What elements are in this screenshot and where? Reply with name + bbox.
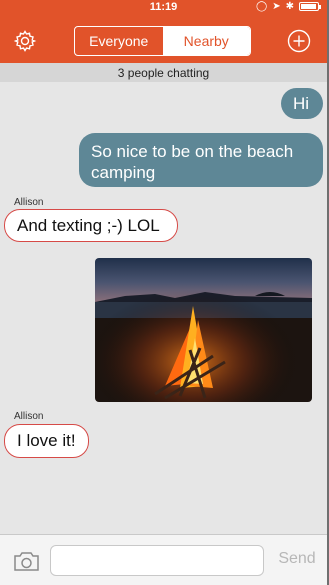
message-bubble-incoming: And texting ;-) LOL bbox=[4, 209, 178, 242]
orientation-lock-icon: ◯ bbox=[256, 1, 268, 12]
sender-name: Allison bbox=[14, 197, 44, 208]
tab-everyone[interactable]: Everyone bbox=[75, 27, 163, 55]
message-bubble-outgoing: Hi bbox=[281, 88, 323, 119]
location-arrow-icon: ➤ bbox=[272, 1, 281, 12]
sender-name: Allison bbox=[14, 411, 44, 422]
send-button[interactable]: Send bbox=[274, 550, 320, 572]
composer-bar: Send bbox=[0, 534, 327, 585]
nav-header: 11:19 ◯ ➤ ✱ Everyone Nearby bbox=[0, 0, 327, 63]
message-input[interactable] bbox=[50, 545, 264, 576]
tab-nearby[interactable]: Nearby bbox=[162, 27, 250, 55]
campfire-beach-photo[interactable] bbox=[95, 258, 312, 402]
add-icon[interactable] bbox=[287, 29, 311, 53]
message-bubble-incoming: I love it! bbox=[4, 424, 89, 458]
status-icons: ◯ ➤ ✱ bbox=[256, 1, 321, 12]
battery-icon bbox=[299, 2, 321, 11]
audience-segmented-control: Everyone Nearby bbox=[74, 26, 251, 56]
gear-icon[interactable] bbox=[13, 29, 37, 53]
people-count-banner: 3 people chatting bbox=[0, 63, 327, 82]
bluetooth-icon: ✱ bbox=[285, 1, 294, 12]
camera-icon[interactable] bbox=[13, 551, 40, 572]
status-bar: 11:19 ◯ ➤ ✱ bbox=[0, 0, 327, 16]
message-bubble-outgoing: So nice to be on the beach camping bbox=[79, 133, 323, 187]
